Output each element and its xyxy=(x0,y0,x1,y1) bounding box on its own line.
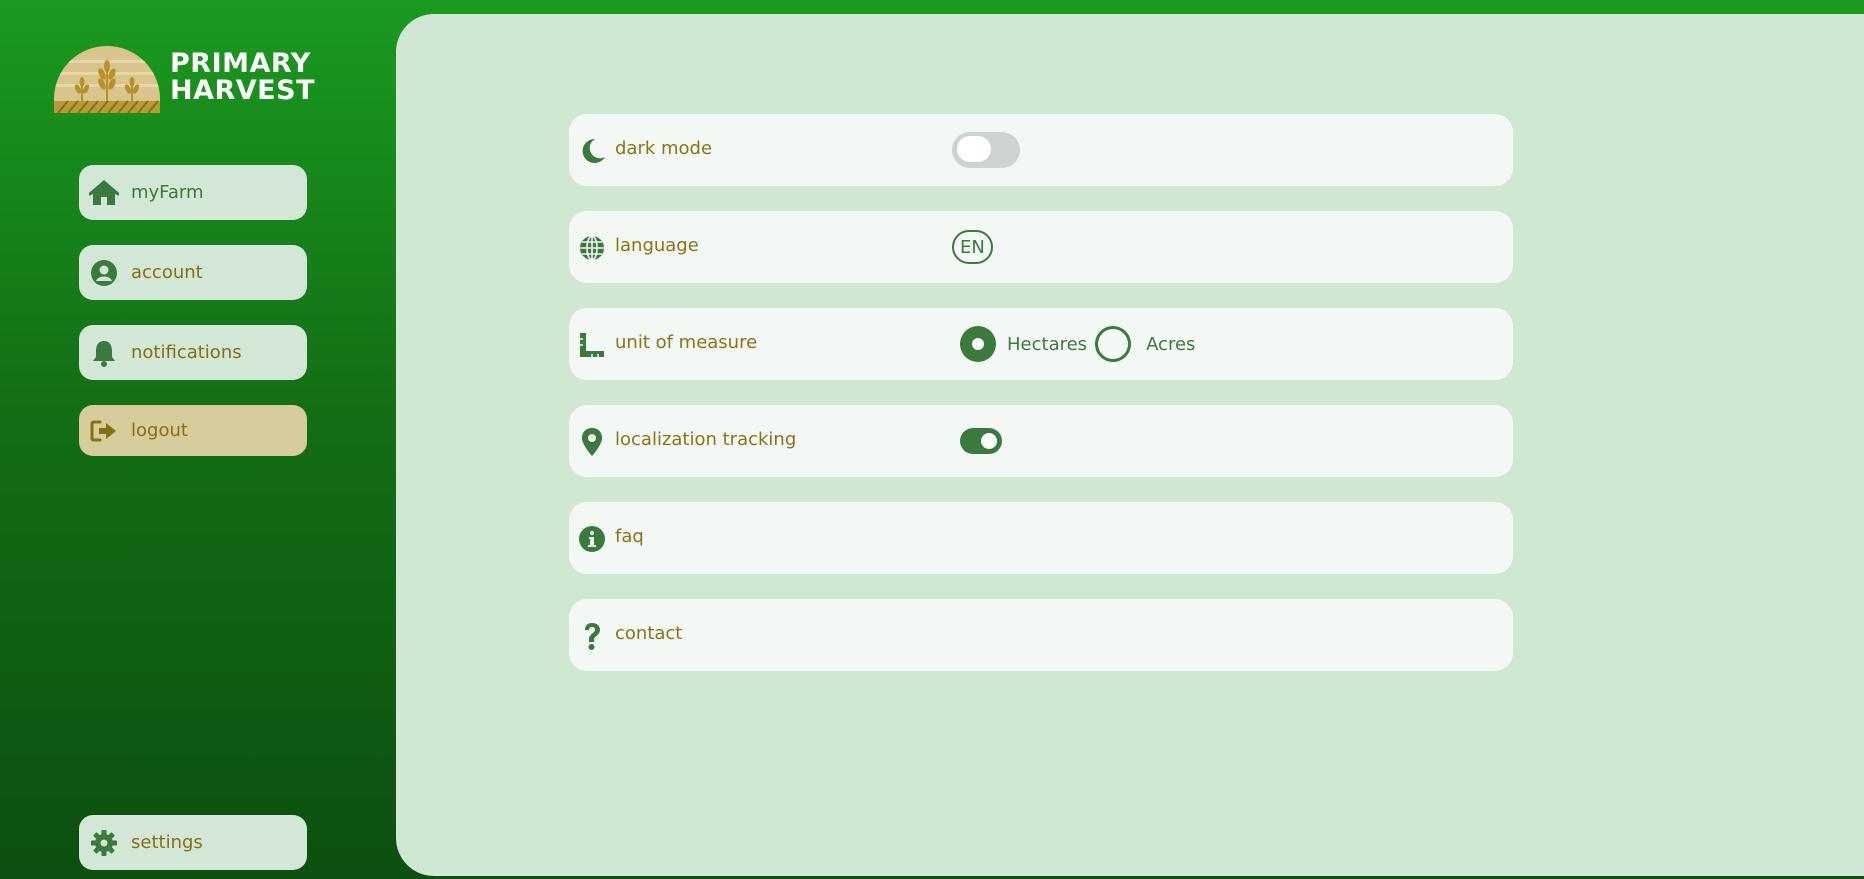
setting-row-dark-mode: dark mode xyxy=(569,114,1513,186)
radio-label-hectares[interactable]: Hectares xyxy=(1007,334,1087,355)
map-pin-icon xyxy=(577,427,607,457)
radio-hectares[interactable] xyxy=(960,326,996,362)
brand-name: PRIMARY HARVEST xyxy=(170,50,315,104)
moon-icon xyxy=(577,136,607,166)
sidebar-item-label: notifications xyxy=(131,342,242,363)
setting-label: contact xyxy=(615,623,683,644)
setting-row-contact[interactable]: contact xyxy=(569,599,1513,671)
language-selector[interactable]: EN xyxy=(952,230,993,264)
home-icon xyxy=(89,178,119,208)
localization-tracking-toggle[interactable] xyxy=(960,428,1002,454)
dark-mode-toggle[interactable] xyxy=(952,132,1020,168)
setting-label: faq xyxy=(615,526,644,547)
setting-label: localization tracking xyxy=(615,429,797,450)
bell-icon xyxy=(89,338,119,368)
setting-label: unit of measure xyxy=(615,332,758,353)
sidebar-item-notifications[interactable]: notifications xyxy=(79,325,307,380)
sidebar-item-settings[interactable]: settings xyxy=(79,815,307,870)
brand-logo[interactable]: PRIMARY HARVEST xyxy=(54,46,324,116)
settings-panel: dark mode language EN unit of measure He… xyxy=(396,14,1864,876)
setting-row-localization-tracking: localization tracking xyxy=(569,405,1513,477)
toggle-knob xyxy=(981,433,997,449)
radio-acres[interactable] xyxy=(1095,326,1132,362)
setting-row-unit-of-measure: unit of measure Hectares Acres xyxy=(569,308,1513,380)
sidebar-item-myfarm[interactable]: myFarm xyxy=(79,165,307,220)
globe-icon xyxy=(577,233,607,263)
wheat-logo-icon xyxy=(54,46,160,113)
toggle-knob xyxy=(957,136,991,162)
sidebar: PRIMARY HARVEST myFarm account notificat… xyxy=(0,0,396,879)
sidebar-item-label: myFarm xyxy=(131,182,204,203)
sidebar-item-label: logout xyxy=(131,420,188,441)
ruler-icon xyxy=(577,330,607,360)
radio-dot xyxy=(972,338,984,350)
question-icon xyxy=(577,621,607,651)
logout-icon xyxy=(89,416,119,446)
setting-row-language: language EN xyxy=(569,211,1513,283)
sidebar-item-logout[interactable]: logout xyxy=(79,405,307,456)
unit-radio-group: Hectares Acres xyxy=(960,326,1203,362)
sidebar-item-label: settings xyxy=(131,832,203,853)
sidebar-item-label: account xyxy=(131,262,203,283)
gear-icon xyxy=(89,828,119,858)
brand-line2: HARVEST xyxy=(170,75,315,106)
radio-label-acres[interactable]: Acres xyxy=(1146,334,1195,355)
user-circle-icon xyxy=(89,258,119,288)
sidebar-item-account[interactable]: account xyxy=(79,245,307,300)
brand-line1: PRIMARY xyxy=(170,48,311,79)
setting-label: dark mode xyxy=(615,138,713,159)
setting-row-faq[interactable]: faq xyxy=(569,502,1513,574)
setting-label: language xyxy=(615,235,699,256)
info-icon xyxy=(577,524,607,554)
